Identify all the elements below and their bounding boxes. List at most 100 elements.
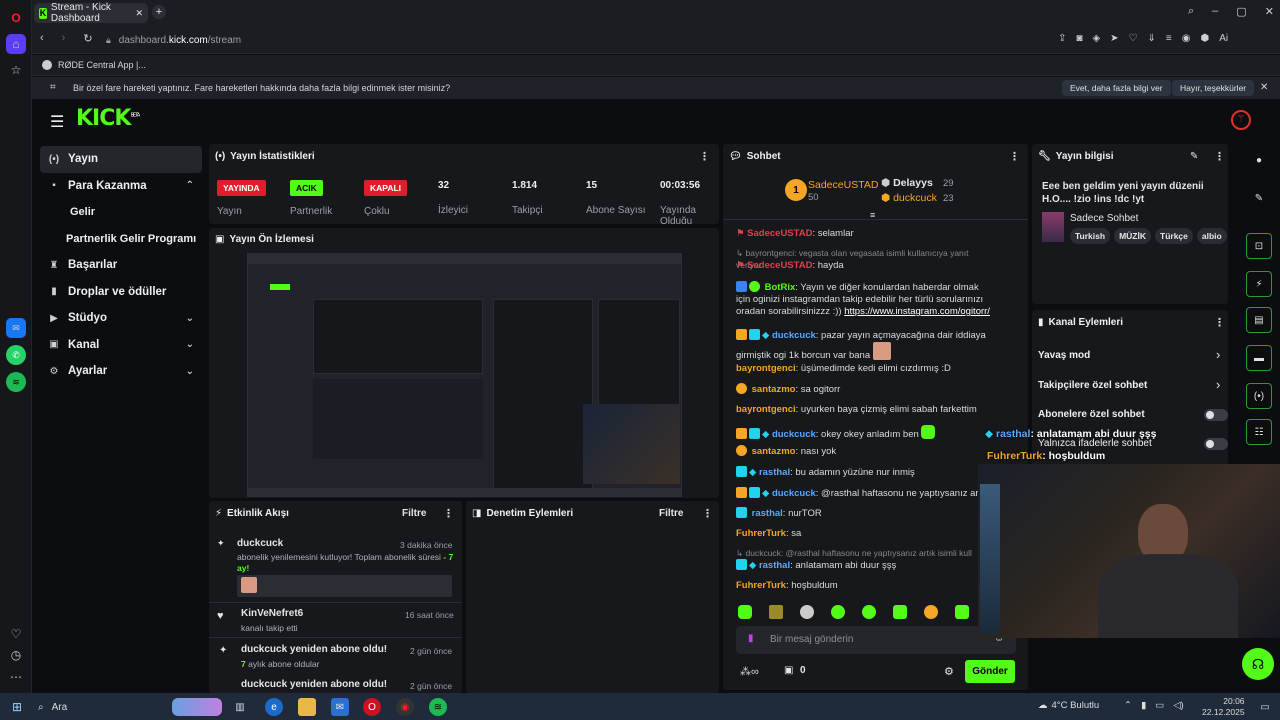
- tag[interactable]: Türkçe: [1155, 228, 1193, 244]
- bookmark-rode[interactable]: RØDE Central App |...: [58, 60, 146, 70]
- tag[interactable]: albio: [1196, 228, 1227, 244]
- category-name[interactable]: Sadece Sohbet: [1070, 213, 1138, 224]
- notif-no-button[interactable]: Hayır, teşekkürler: [1172, 80, 1255, 96]
- clock[interactable]: 20:06 22.12.2025: [1202, 696, 1245, 718]
- obs-icon[interactable]: ◉: [396, 698, 414, 716]
- emote-icon[interactable]: [800, 605, 814, 619]
- windows-start-icon[interactable]: ⊞: [8, 698, 26, 716]
- chevron-up-icon[interactable]: ⌃: [1124, 700, 1132, 711]
- nav-partnerlik[interactable]: Partnerlik Gelir Programı: [40, 226, 202, 253]
- chat-bubble-icon[interactable]: ▬: [1246, 345, 1272, 371]
- chat-settings-icon[interactable]: ⚙: [944, 665, 954, 678]
- chat-username[interactable]: FuhrerTurk: [736, 528, 786, 539]
- close-notif-icon[interactable]: ✕: [1260, 82, 1268, 93]
- emote-icon[interactable]: [924, 605, 938, 619]
- notification-icon[interactable]: ▭: [1256, 698, 1274, 716]
- back-icon[interactable]: ‹: [40, 32, 44, 45]
- chevron-right-icon[interactable]: ›: [1216, 377, 1220, 392]
- whatsapp-icon[interactable]: ✆: [6, 345, 26, 365]
- layout-icon[interactable]: ☷: [1246, 419, 1272, 445]
- opera-icon[interactable]: O: [363, 698, 381, 716]
- weather[interactable]: ☁ 4°C Bulutlu: [1038, 700, 1099, 711]
- extension-icon[interactable]: ⬢: [1200, 33, 1209, 44]
- download-icon[interactable]: ⇓: [1148, 33, 1156, 44]
- nav-gelir[interactable]: Gelir: [40, 199, 202, 226]
- nav-yayin[interactable]: (•) Yayın: [40, 146, 202, 173]
- spotify-icon[interactable]: ≋: [429, 698, 447, 716]
- more-icon[interactable]: ⋮: [1009, 150, 1020, 163]
- edit-icon[interactable]: ✎: [1190, 151, 1198, 162]
- points-icon[interactable]: ⁂∞: [740, 665, 759, 678]
- mail-icon[interactable]: ✉: [331, 698, 349, 716]
- ai-icon[interactable]: Ai: [1219, 33, 1228, 44]
- support-icon[interactable]: ☊: [1242, 648, 1274, 680]
- minimize-icon[interactable]: –: [1212, 5, 1218, 18]
- nav-basarilar[interactable]: ♜ Başarılar: [40, 252, 202, 279]
- heart-icon[interactable]: ♡: [6, 624, 26, 644]
- subscribers-only-row[interactable]: Abonelere özel sohbet: [1038, 409, 1145, 420]
- chat-username[interactable]: BotRix: [765, 282, 796, 293]
- chat-input[interactable]: ▮ Bir mesaj gönderin ☺: [736, 626, 1016, 654]
- camera-icon[interactable]: ◙: [1076, 33, 1082, 44]
- notes-icon[interactable]: ▤: [1246, 307, 1272, 333]
- notif-yes-button[interactable]: Evet, daha fazla bilgi ver: [1062, 80, 1171, 96]
- chat-username[interactable]: duckcuck: [772, 429, 816, 440]
- chat-username[interactable]: santazmo: [752, 446, 796, 457]
- more-icon[interactable]: ⋮: [699, 150, 710, 163]
- star-icon[interactable]: ☆: [6, 60, 26, 80]
- kick-logo[interactable]: KICKBETA: [76, 106, 140, 131]
- search-tabs-icon[interactable]: ⌕: [1188, 5, 1194, 18]
- widget-icon[interactable]: [172, 698, 222, 716]
- nav-studyo[interactable]: ▶ Stüdyo ⌄: [40, 305, 202, 332]
- chat-username[interactable]: bayrontgenci: [736, 404, 796, 415]
- emote-icon[interactable]: [862, 605, 876, 619]
- nav-ayarlar[interactable]: ⚙ Ayarlar ⌄: [40, 358, 202, 385]
- chat-username[interactable]: rasthal: [752, 508, 783, 519]
- emote-icon[interactable]: [893, 605, 907, 619]
- heart-icon[interactable]: ♡: [1129, 33, 1138, 44]
- slow-mode-row[interactable]: Yavaş mod: [1038, 350, 1090, 361]
- emote-icon[interactable]: [769, 605, 783, 619]
- close-window-icon[interactable]: ✕: [1265, 5, 1274, 18]
- send-icon[interactable]: ➤: [1110, 33, 1118, 44]
- mic-icon[interactable]: ▮: [1141, 700, 1146, 711]
- url-field[interactable]: 🔒︎ dashboard.kick.com/stream: [106, 30, 1056, 50]
- share-icon[interactable]: ⇪: [1058, 33, 1066, 44]
- maximize-icon[interactable]: ▢: [1236, 5, 1246, 18]
- chat-username[interactable]: duckcuck: [772, 488, 816, 499]
- chat-username[interactable]: rasthal: [759, 467, 790, 478]
- send-button[interactable]: Gönder: [965, 660, 1015, 683]
- emote-icon[interactable]: [738, 605, 752, 619]
- emote-icon[interactable]: [831, 605, 845, 619]
- info-icon[interactable]: ●: [1246, 147, 1272, 173]
- emote-icon[interactable]: [955, 605, 969, 619]
- more-icon[interactable]: ⋮: [1214, 150, 1225, 163]
- chat-username[interactable]: santazmo: [752, 384, 796, 395]
- more-icon[interactable]: ⋮: [443, 507, 454, 520]
- tag[interactable]: Turkish: [1070, 228, 1111, 244]
- subscribers-toggle[interactable]: [1204, 409, 1228, 421]
- volume-icon[interactable]: ◁): [1173, 700, 1183, 711]
- tag[interactable]: MÜZİK: [1114, 228, 1151, 244]
- shield-icon[interactable]: ◈: [1092, 33, 1100, 44]
- spotify-icon[interactable]: ≋: [6, 372, 26, 392]
- chat-username[interactable]: rasthal: [759, 560, 790, 571]
- more-icon[interactable]: ⋮: [702, 507, 713, 520]
- home-icon[interactable]: ⌂: [6, 34, 26, 54]
- menu-icon[interactable]: ≡: [1166, 33, 1172, 44]
- pencil-icon[interactable]: ✎: [1246, 185, 1272, 211]
- broadcast-icon[interactable]: (•): [1246, 383, 1272, 409]
- chat-link[interactable]: https://www.instagram.com/ogitorr/: [844, 306, 990, 317]
- reload-icon[interactable]: ↻: [83, 32, 92, 45]
- emotes-toggle[interactable]: [1204, 438, 1228, 450]
- task-view-icon[interactable]: ▥: [231, 698, 249, 716]
- history-icon[interactable]: ◷: [6, 645, 26, 665]
- more-icon[interactable]: ⋯: [6, 667, 26, 687]
- browser-tab[interactable]: K Stream - Kick Dashboard ✕: [34, 2, 148, 24]
- folder-icon[interactable]: [298, 698, 316, 716]
- profile-icon[interactable]: ◉: [1182, 33, 1191, 44]
- chat-username[interactable]: SadeceUSTAD: [747, 260, 812, 271]
- filter-button[interactable]: Filtre: [659, 508, 683, 519]
- chat-username[interactable]: SadeceUSTAD: [747, 228, 812, 239]
- edge-icon[interactable]: e: [265, 698, 283, 716]
